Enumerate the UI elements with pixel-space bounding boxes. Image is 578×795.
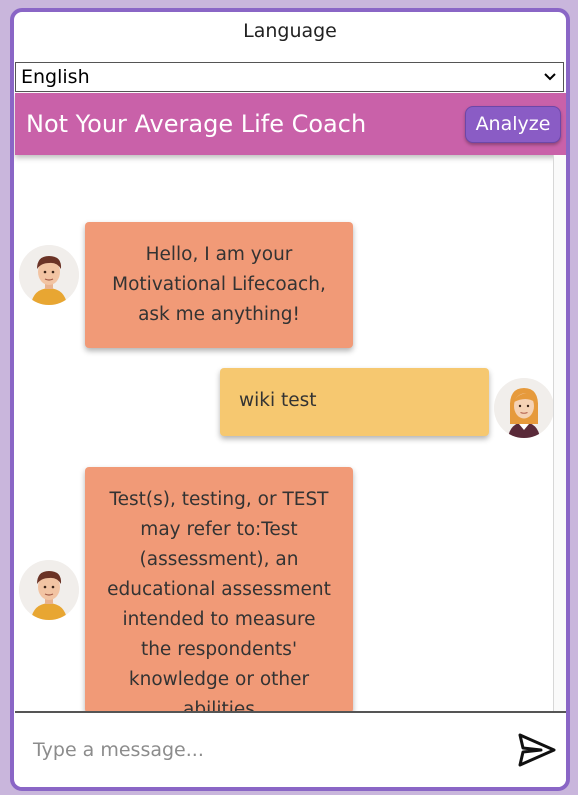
coach-avatar-icon (19, 245, 79, 305)
message-composer: Type a message... (15, 711, 566, 787)
message-input[interactable]: Type a message... (33, 735, 503, 765)
coach-avatar-icon (19, 560, 79, 620)
language-label: Language (243, 20, 337, 42)
analyze-button[interactable]: Analyze (465, 106, 561, 143)
bot-message: Hello, I am your Motivational Lifecoach,… (85, 222, 353, 348)
user-message: wiki test (220, 368, 489, 436)
user-message-text: wiki test (239, 390, 317, 411)
send-icon[interactable] (517, 730, 557, 770)
bot-message-text: Hello, I am your Motivational Lifecoach,… (112, 244, 326, 325)
message-list-scrollbar[interactable] (554, 155, 566, 711)
bot-message-text: Test(s), testing, or TEST may refer to:T… (107, 489, 331, 711)
language-select[interactable]: English (15, 62, 564, 92)
message-list[interactable]: Hello, I am your Motivational Lifecoach,… (15, 155, 554, 711)
language-select-value: English (21, 66, 90, 88)
app-header: Not Your Average Life Coach Analyze (15, 93, 566, 155)
user-avatar-icon (494, 378, 553, 438)
bot-message: Test(s), testing, or TEST may refer to:T… (85, 467, 353, 711)
chat-app-window: Language English Not Your Average Life C… (10, 8, 570, 791)
app-title: Not Your Average Life Coach (26, 110, 367, 138)
